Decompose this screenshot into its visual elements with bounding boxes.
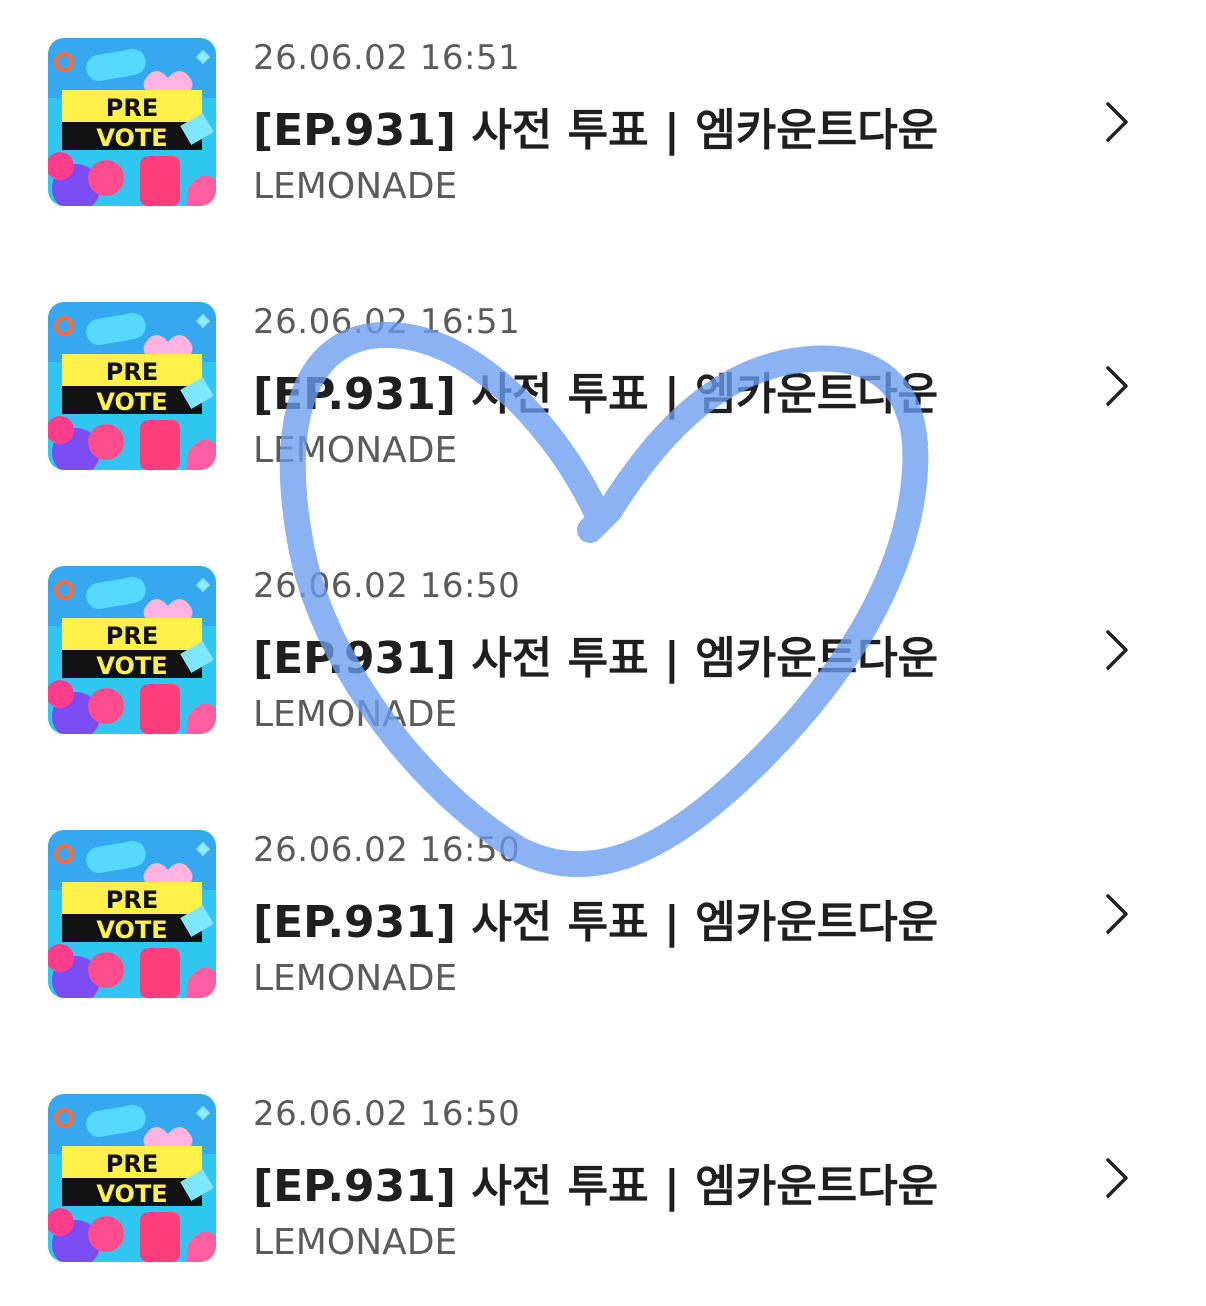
thumbnail-image: PRE VOTE bbox=[48, 38, 216, 206]
item-channel: LEMONADE bbox=[253, 430, 458, 471]
thumbnail-image: PRE VOTE bbox=[48, 566, 216, 734]
item-timestamp: 26.06.02 16:51 bbox=[253, 302, 521, 342]
list-item[interactable]: PRE VOTE 26.06.02 16:50 [EP.931] 사전 투표 |… bbox=[0, 528, 1206, 735]
chevron-right-icon[interactable] bbox=[1096, 628, 1136, 672]
list-item[interactable]: PRE VOTE 26.06.02 16:51 [EP.931] 사전 투표 |… bbox=[0, 264, 1206, 471]
thumb-text-pre: PRE bbox=[106, 622, 158, 650]
thumb-text-vote: VOTE bbox=[96, 652, 167, 680]
item-title: [EP.931] 사전 투표 | 엠카운트다운 bbox=[253, 897, 939, 948]
item-channel: LEMONADE bbox=[253, 1222, 458, 1263]
item-title: [EP.931] 사전 투표 | 엠카운트다운 bbox=[253, 1161, 939, 1212]
item-channel: LEMONADE bbox=[253, 694, 458, 735]
list-item[interactable]: PRE VOTE 26.06.02 16:51 [EP.931] 사전 투표 |… bbox=[0, 0, 1206, 207]
item-timestamp: 26.06.02 16:50 bbox=[253, 830, 521, 870]
thumb-text-pre: PRE bbox=[106, 358, 158, 386]
thumb-text-vote: VOTE bbox=[96, 916, 167, 944]
thumb-text-vote: VOTE bbox=[96, 388, 167, 416]
item-channel: LEMONADE bbox=[253, 958, 458, 999]
thumb-text-vote: VOTE bbox=[96, 124, 167, 152]
thumb-text-pre: PRE bbox=[106, 94, 158, 122]
item-title: [EP.931] 사전 투표 | 엠카운트다운 bbox=[253, 633, 939, 684]
thumb-text-pre: PRE bbox=[106, 886, 158, 914]
thumb-text-vote: VOTE bbox=[96, 1180, 167, 1208]
chevron-right-icon[interactable] bbox=[1096, 892, 1136, 936]
item-channel: LEMONADE bbox=[253, 166, 458, 207]
list-item[interactable]: PRE VOTE 26.06.02 16:50 [EP.931] 사전 투표 |… bbox=[0, 1056, 1206, 1263]
thumbnail-image: PRE VOTE bbox=[48, 302, 216, 470]
chevron-right-icon[interactable] bbox=[1096, 364, 1136, 408]
item-timestamp: 26.06.02 16:51 bbox=[253, 38, 521, 78]
thumbnail-image: PRE VOTE bbox=[48, 830, 216, 998]
chevron-right-icon[interactable] bbox=[1096, 1156, 1136, 1200]
thumb-text-pre: PRE bbox=[106, 1150, 158, 1178]
item-title: [EP.931] 사전 투표 | 엠카운트다운 bbox=[253, 369, 939, 420]
thumbnail-image: PRE VOTE bbox=[48, 1094, 216, 1262]
list-item[interactable]: PRE VOTE 26.06.02 16:50 [EP.931] 사전 투표 |… bbox=[0, 792, 1206, 999]
item-timestamp: 26.06.02 16:50 bbox=[253, 1094, 521, 1134]
item-title: [EP.931] 사전 투표 | 엠카운트다운 bbox=[253, 105, 939, 156]
chevron-right-icon[interactable] bbox=[1096, 100, 1136, 144]
item-timestamp: 26.06.02 16:50 bbox=[253, 566, 521, 606]
